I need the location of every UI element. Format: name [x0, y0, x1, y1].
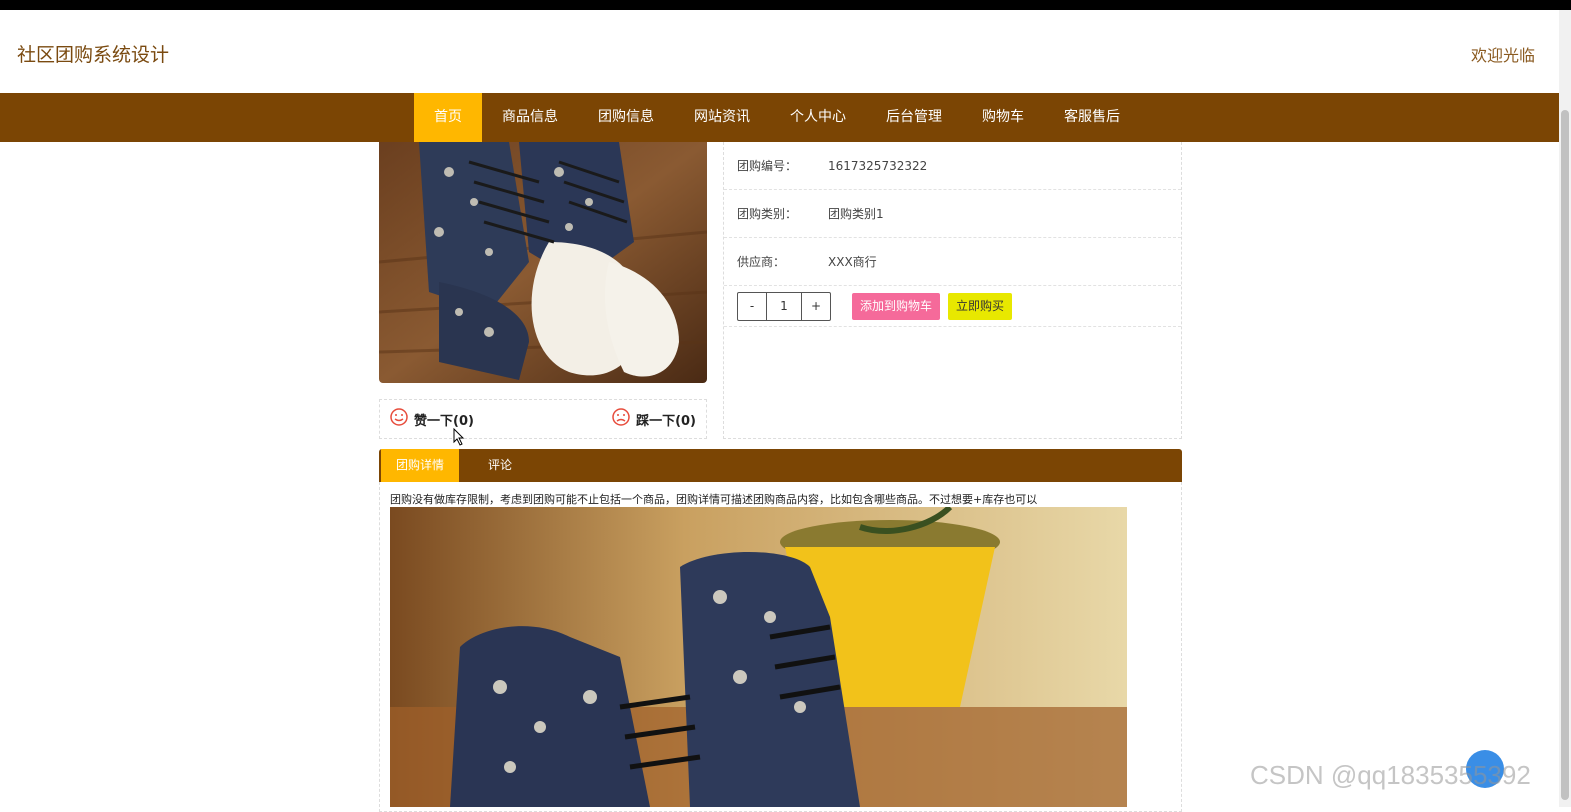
- nav-item-service[interactable]: 客服售后: [1044, 93, 1140, 142]
- nav-item-admin[interactable]: 后台管理: [866, 93, 962, 142]
- tab-group-detail[interactable]: 团购详情: [381, 449, 460, 482]
- page-scrollbar[interactable]: [1559, 10, 1571, 807]
- product-image: [379, 142, 707, 383]
- mouse-cursor-icon: [453, 427, 465, 450]
- nav-item-profile[interactable]: 个人中心: [770, 93, 866, 142]
- main-nav: 首页 商品信息 团购信息 网站资讯 个人中心 后台管理 购物车 客服售后: [0, 93, 1559, 142]
- watermark: CSDN @qq1835355392: [1250, 760, 1531, 790]
- site-title: 社区团购系统设计: [17, 44, 170, 66]
- product-info-panel: 团购编号： 1617325732322 团购类别： 团购类别1 供应商： XXX…: [723, 142, 1182, 439]
- frown-icon: [612, 408, 636, 430]
- nav-item-news[interactable]: 网站资讯: [674, 93, 770, 142]
- decrement-button[interactable]: -: [738, 293, 766, 320]
- field-label: 团购类别：: [737, 207, 798, 221]
- like-label: 赞一下(0): [414, 413, 474, 429]
- buy-now-button[interactable]: 立即购买: [948, 292, 1013, 320]
- purchase-actions: - 1 + 添加到购物车 立即购买: [724, 286, 1181, 327]
- quantity-input[interactable]: 1: [766, 292, 802, 320]
- dislike-label: 踩一下(0): [636, 413, 696, 429]
- detail-panel: 团购没有做库存限制，考虑到团购可能不止包括一个商品，团购详情可描述团购商品内容，…: [379, 482, 1182, 812]
- info-row-category: 团购类别： 团购类别1: [724, 190, 1181, 238]
- dislike-button[interactable]: 踩一下(0): [612, 408, 696, 430]
- info-row-group-id: 团购编号： 1617325732322: [724, 142, 1181, 190]
- tab-comments[interactable]: 评论: [459, 449, 527, 482]
- field-value: XXX商行: [828, 255, 877, 269]
- field-value: 1617325732322: [828, 158, 928, 173]
- vote-bar: 赞一下(0) 踩一下(0): [379, 399, 707, 439]
- nav-item-cart[interactable]: 购物车: [962, 93, 1044, 142]
- quantity-stepper: - 1 +: [737, 291, 831, 321]
- field-label: 团购编号：: [737, 159, 798, 173]
- increment-button[interactable]: +: [802, 293, 830, 320]
- add-to-cart-button[interactable]: 添加到购物车: [852, 292, 941, 320]
- smile-icon: [390, 408, 414, 430]
- detail-description: 团购没有做库存限制，考虑到团购可能不止包括一个商品，团购详情可描述团购商品内容，…: [390, 493, 1038, 506]
- site-header: 社区团购系统设计 欢迎光临: [0, 10, 1559, 93]
- scrollbar-thumb[interactable]: [1561, 110, 1569, 800]
- info-row-supplier: 供应商： XXX商行: [724, 238, 1181, 286]
- field-value: 团购类别1: [828, 207, 884, 221]
- nav-item-products[interactable]: 商品信息: [482, 93, 578, 142]
- detail-tabs: 团购详情 评论: [379, 449, 1182, 482]
- nav-item-home[interactable]: 首页: [414, 93, 482, 142]
- nav-item-groupbuy[interactable]: 团购信息: [578, 93, 674, 142]
- like-button[interactable]: 赞一下(0): [390, 408, 474, 430]
- field-label: 供应商：: [737, 255, 786, 269]
- window-top-bar: [0, 0, 1571, 10]
- welcome-text: 欢迎光临: [1470, 46, 1535, 65]
- detail-image: [390, 507, 1127, 807]
